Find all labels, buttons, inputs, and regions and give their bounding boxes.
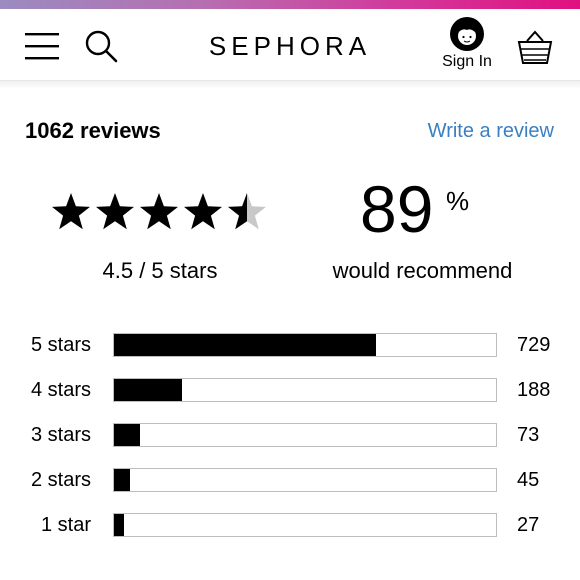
distribution-label: 2 stars [30,469,91,491]
basket-icon [517,30,553,64]
sign-in-label: Sign In [442,53,492,70]
distribution-count: 73 [517,424,540,446]
distribution-row-3[interactable]: 3 stars 73 [0,422,580,448]
recommend-percent-sign: % [446,186,470,216]
distribution-bar [113,333,497,357]
distribution-label: 1 star [40,514,91,536]
distribution-count: 188 [517,379,551,401]
distribution-row-1[interactable]: 1 star 27 [0,512,580,538]
distribution-fill [114,334,377,356]
distribution-label: 3 stars [30,424,91,446]
distribution-count: 27 [517,514,540,536]
brand-logo[interactable]: SEPHORA [190,31,390,62]
recommend-label: would recommend [332,258,513,283]
header-divider [0,81,580,89]
recommend-percent: 89 % [360,176,469,242]
distribution-count: 729 [517,334,551,356]
star-rating [50,186,270,236]
reviews-count: 1062 reviews [25,118,161,143]
distribution-fill [114,379,182,401]
sign-in-button[interactable]: Sign In [436,17,498,71]
distribution-row-4[interactable]: 4 stars 188 [0,377,580,403]
rating-text: 4.5 / 5 stars [102,258,218,283]
basket-button[interactable] [515,27,555,67]
distribution-fill [114,424,141,446]
distribution-bar [113,468,497,492]
star-rating-icon [52,193,266,230]
distribution-label: 5 stars [30,334,91,356]
distribution-fill [114,469,131,491]
distribution-bar [113,378,497,402]
distribution-bar [113,423,497,447]
brand-gradient-bar [0,0,580,9]
search-icon [85,30,118,63]
write-review-link[interactable]: Write a review [428,120,554,143]
distribution-row-5[interactable]: 5 stars 729 [0,332,580,358]
menu-button[interactable] [25,31,59,61]
recommend-percent-value: 89 [360,172,434,246]
distribution-bar [113,513,497,537]
distribution-label: 4 stars [30,379,91,401]
search-button[interactable] [84,29,118,63]
user-avatar-icon [450,17,484,51]
distribution-row-2[interactable]: 2 stars 45 [0,467,580,493]
hamburger-menu-icon [25,33,59,60]
site-header: SEPHORA Sign In [0,9,580,81]
distribution-fill [114,514,124,536]
distribution-count: 45 [517,469,540,491]
